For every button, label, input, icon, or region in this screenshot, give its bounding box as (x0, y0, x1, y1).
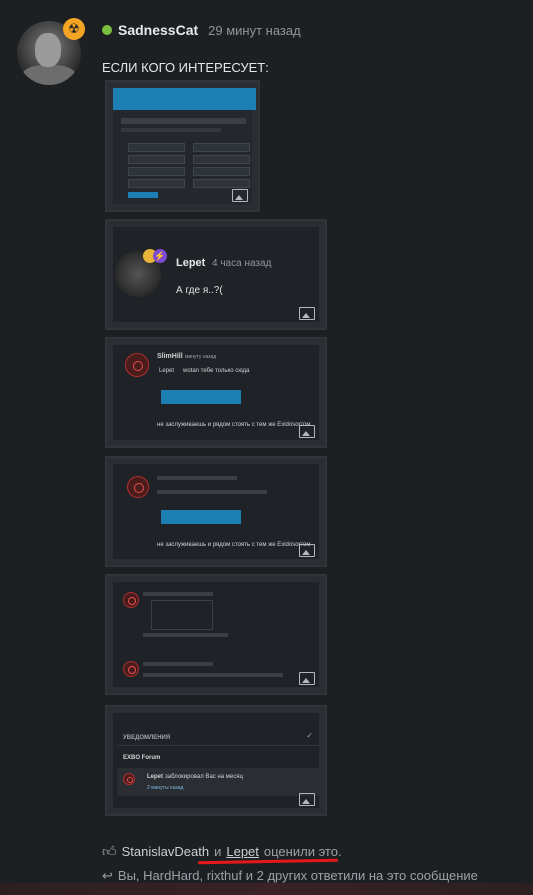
image-icon (299, 672, 315, 685)
attachment-3-time: минуту назад (185, 354, 217, 360)
slimhill-avatar (123, 661, 139, 677)
attachment-3-quote-user: Lepet (159, 368, 175, 374)
attachment-3-quote-text: wotan тебе только сюда (183, 368, 250, 374)
attachment-2-image: ⚡ Lepet 4 часа назад А где я..?( (113, 227, 319, 322)
image-icon (299, 307, 315, 320)
avatar-face (35, 33, 61, 67)
image-icon (299, 544, 315, 557)
online-status-icon (102, 25, 112, 35)
image-icon (299, 793, 315, 806)
notif-user: Lepet (147, 774, 164, 780)
attachment-3-author: SlimHill (157, 353, 183, 360)
attachment-3-image: SlimHill минуту назад Lepet wotan тебе т… (113, 345, 319, 440)
replies-row[interactable]: ↩ Вы, HardHard, rixthuf и 2 других ответ… (102, 868, 478, 884)
avatar-body (21, 65, 77, 85)
attachment-1-banner (113, 88, 256, 110)
likes-text: оценили это. (263, 844, 342, 859)
attachment-4[interactable]: не заслуживаешь и рядом стоять с тем же … (105, 456, 327, 567)
replies-text[interactable]: Вы, HardHard, rixthuf и 2 других ответил… (118, 868, 478, 884)
attachment-2[interactable]: ⚡ Lepet 4 часа назад А где я..?( (105, 219, 327, 330)
reply-icon: ↩ (102, 868, 113, 883)
attachment-2-time: 4 часа назад (212, 258, 272, 269)
notif-text: заблокировал Вас на месяц (165, 774, 243, 780)
attachment-4-text: не заслуживаешь и рядом стоять с тем же … (157, 542, 311, 548)
lightning-badge-icon: ⚡ (153, 249, 167, 263)
image-icon (232, 189, 248, 202)
like-user-1[interactable]: StanislavDeath (122, 844, 209, 859)
attachment-5[interactable] (105, 574, 327, 695)
image-icon (299, 425, 315, 438)
attachment-6[interactable]: УВЕДОМЛЕНИЯ ✓ EXBO Forum Lepet заблокиро… (105, 705, 327, 816)
attachment-2-text: А где я..?( (176, 285, 223, 296)
likes-conj: и (214, 844, 222, 859)
post-time[interactable]: 29 минут назад (208, 23, 301, 38)
check-icon: ✓ (306, 731, 313, 740)
slimhill-avatar (123, 592, 139, 608)
notif-time: 2 минуты назад (147, 785, 184, 791)
author-name[interactable]: SadnessCat (118, 22, 198, 38)
attachment-5-image (113, 582, 319, 687)
likes-row: 👍︎ StanislavDeath и Lepet оценили это. (102, 843, 342, 860)
post-header: SadnessCat 29 минут назад (102, 22, 301, 38)
attachment-1[interactable] (105, 80, 260, 212)
post-message: ЕСЛИ КОГО ИНТЕРЕСУЕТ: (102, 60, 269, 75)
lepet-mini-avatar (123, 773, 135, 785)
attachment-4-image: не заслуживаешь и рядом стоять с тем же … (113, 464, 319, 559)
slimhill-avatar (125, 353, 149, 377)
slimhill-avatar (127, 476, 149, 498)
attachment-6-image: УВЕДОМЛЕНИЯ ✓ EXBO Forum Lepet заблокиро… (113, 713, 319, 808)
notif-forum: EXBO Forum (123, 755, 161, 761)
attachment-2-author: Lepet (176, 257, 206, 269)
thumbs-up-icon: 👍︎ (102, 843, 117, 859)
attachment-1-image (113, 88, 256, 204)
attachment-3-text: не заслуживаешь и рядом стоять с тем же … (157, 422, 311, 428)
radiation-badge-icon: ☢ (63, 18, 85, 40)
attachment-3[interactable]: SlimHill минуту назад Lepet wotan тебе т… (105, 337, 327, 448)
bottom-bar (0, 883, 533, 895)
like-user-2[interactable]: Lepet (226, 844, 259, 859)
notif-heading: УВЕДОМЛЕНИЯ (123, 735, 171, 741)
